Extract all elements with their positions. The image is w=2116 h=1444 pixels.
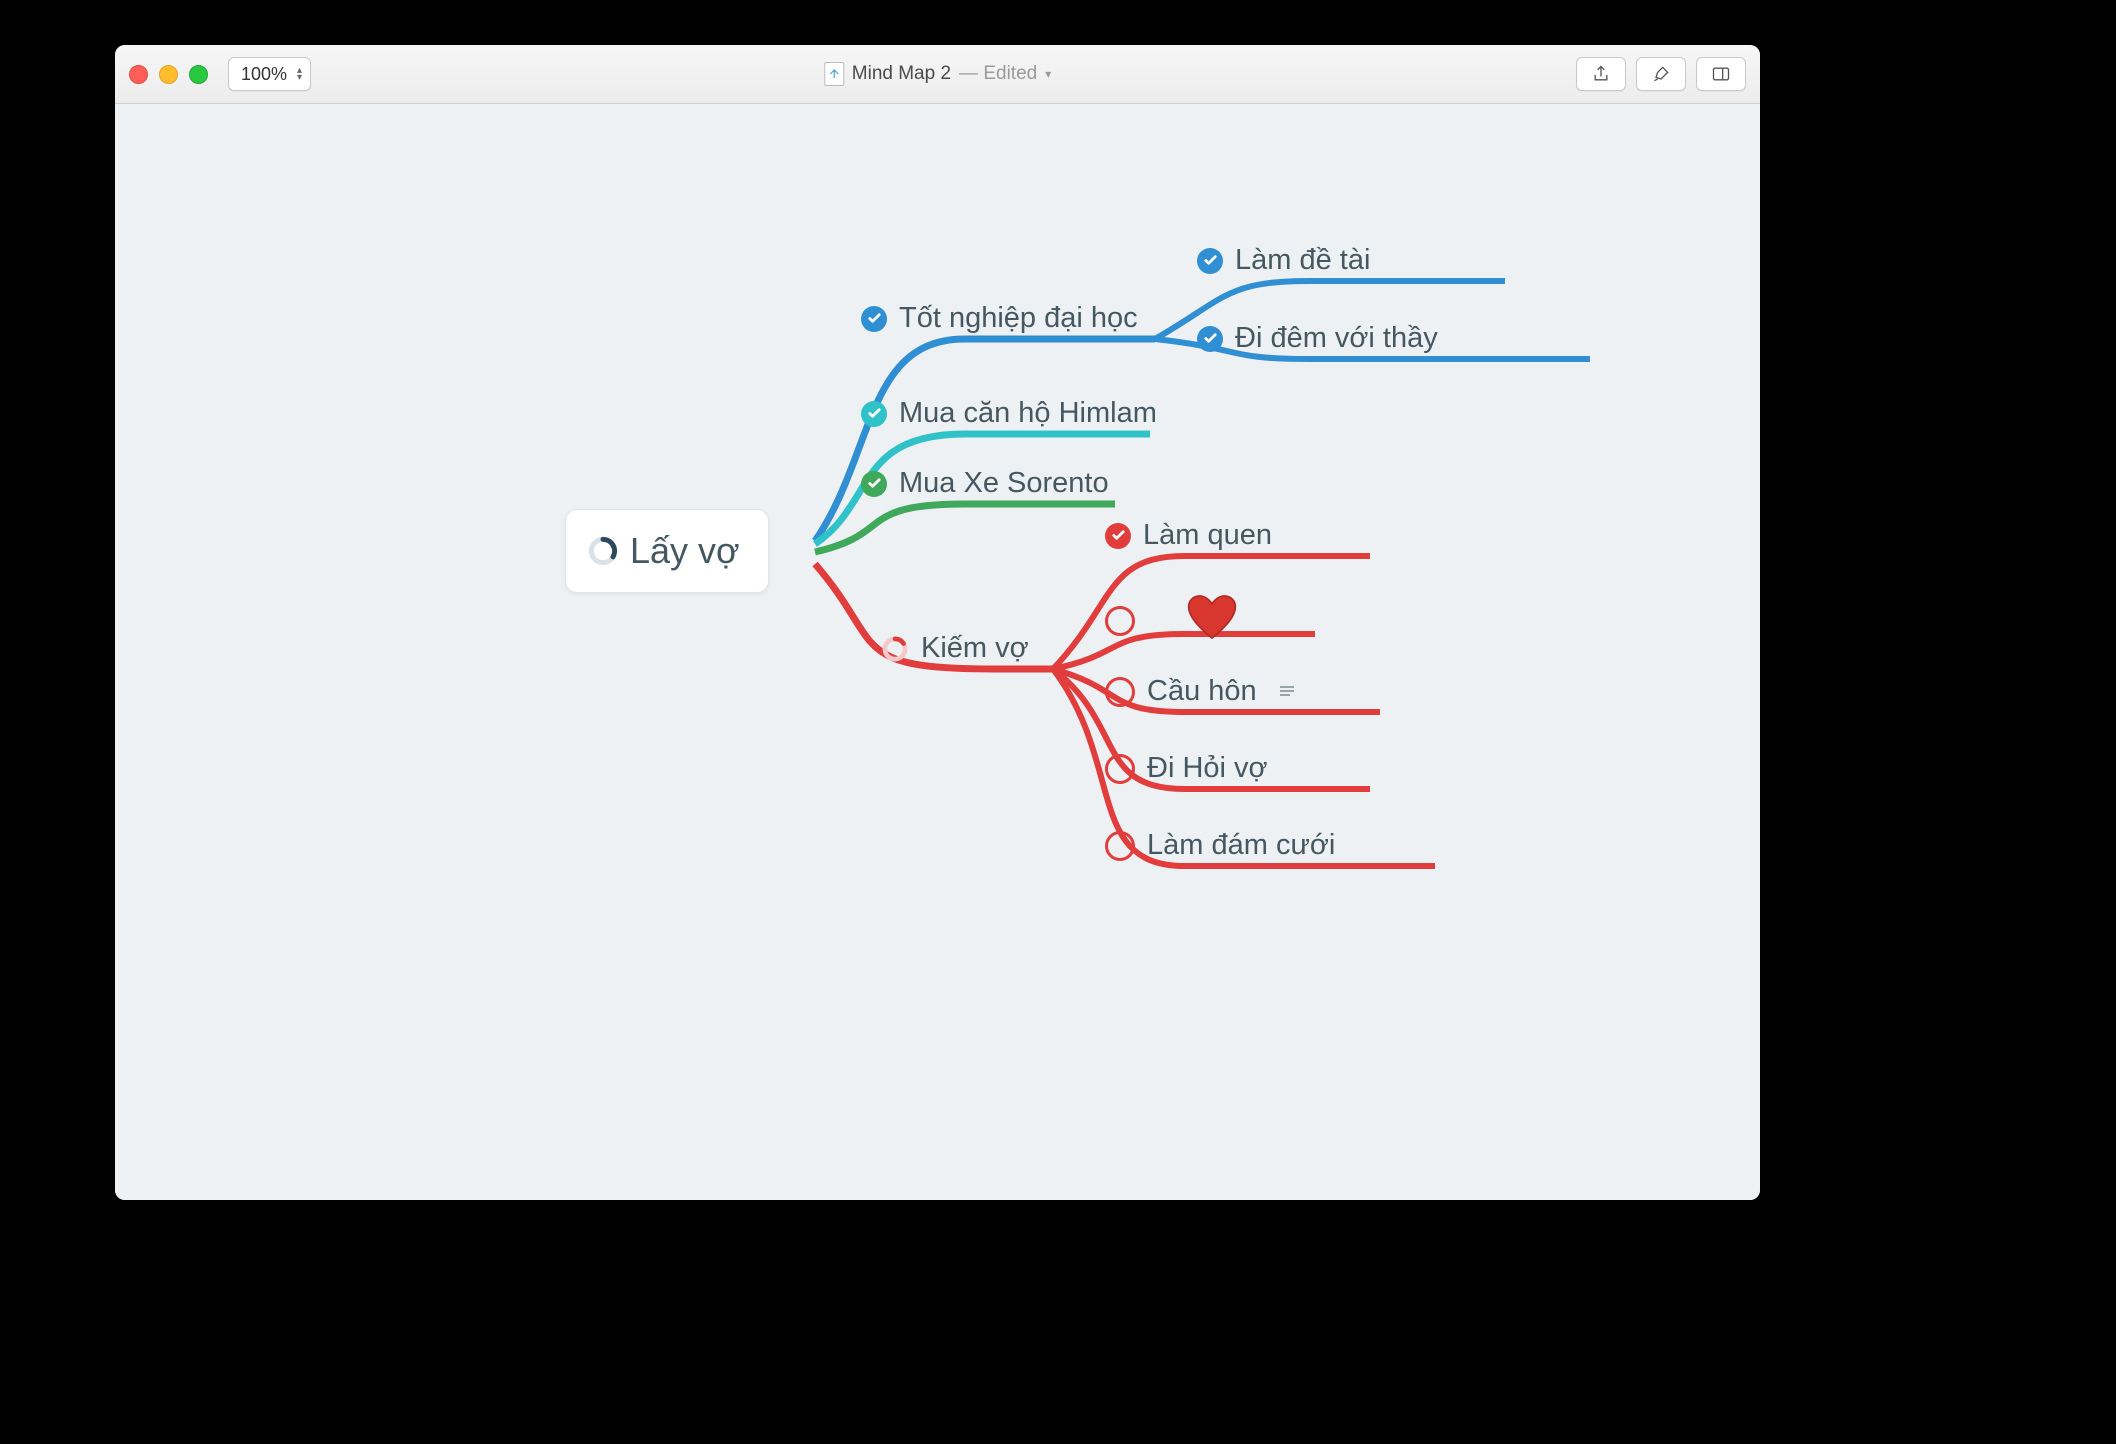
branch-label: Mua Xe Sorento	[899, 467, 1109, 500]
branch-label: Cầu hôn	[1147, 675, 1257, 708]
branch-node[interactable]: Làm quen	[1105, 519, 1272, 552]
branch-node[interactable]: Mua Xe Sorento	[861, 467, 1109, 500]
branch-node[interactable]: Mua căn hộ Himlam	[861, 397, 1157, 430]
checkmark-done-icon	[1197, 326, 1223, 352]
document-title: Mind Map 2	[852, 63, 951, 85]
progress-partial-icon	[588, 536, 618, 566]
checkmark-todo-icon	[1105, 677, 1135, 707]
note-icon[interactable]	[1279, 685, 1295, 699]
checkmark-done-icon	[861, 471, 887, 497]
branch-label: Đi đêm với thầy	[1235, 322, 1438, 355]
document-icon	[824, 62, 844, 86]
branch-node[interactable]: Làm đám cưới	[1105, 829, 1335, 862]
root-node-label: Lấy vợ	[630, 530, 740, 572]
chevron-updown-icon: ▴▾	[297, 67, 302, 81]
fullscreen-window-button[interactable]	[189, 65, 208, 84]
root-node[interactable]: Lấy vợ	[565, 509, 769, 593]
checkmark-todo-icon	[1105, 606, 1135, 636]
inspector-button[interactable]	[1636, 57, 1686, 91]
zoom-selector[interactable]: 100% ▴▾	[228, 57, 311, 91]
branch-label: Làm quen	[1143, 519, 1272, 552]
panel-icon	[1711, 64, 1731, 84]
branch-label: Mua căn hộ Himlam	[899, 397, 1157, 430]
branch-label: Đi Hỏi vợ	[1147, 752, 1268, 785]
branch-node[interactable]: Đi Hỏi vợ	[1105, 752, 1268, 785]
chevron-down-icon: ▾	[1045, 67, 1051, 81]
minimize-window-button[interactable]	[159, 65, 178, 84]
branch-node[interactable]: Kiếm vợ	[881, 632, 1029, 665]
branch-node[interactable]: Làm đề tài	[1197, 244, 1370, 277]
paintbrush-icon	[1651, 64, 1671, 84]
checkmark-todo-icon	[1105, 754, 1135, 784]
window-title[interactable]: Mind Map 2 — Edited ▾	[824, 62, 1051, 86]
branch-node[interactable]: Đi đêm với thầy	[1197, 322, 1438, 355]
app-window: 100% ▴▾ Mind Map 2 — Edited ▾	[115, 45, 1760, 1200]
progress-partial-icon	[881, 635, 909, 663]
heart-icon	[1187, 594, 1237, 648]
checkmark-done-icon	[1197, 248, 1223, 274]
branch-label: Làm đám cưới	[1147, 829, 1335, 862]
share-icon	[1591, 64, 1611, 84]
share-button[interactable]	[1576, 57, 1626, 91]
zoom-value: 100%	[241, 64, 287, 85]
branch-label: Làm đề tài	[1235, 244, 1370, 277]
checkmark-todo-icon	[1105, 831, 1135, 861]
checkmark-done-icon	[861, 306, 887, 332]
document-status: — Edited	[959, 63, 1037, 85]
sidebar-toggle-button[interactable]	[1696, 57, 1746, 91]
checkmark-done-icon	[1105, 523, 1131, 549]
close-window-button[interactable]	[129, 65, 148, 84]
traffic-lights	[129, 65, 208, 84]
checkmark-done-icon	[861, 401, 887, 427]
branch-label: Kiếm vợ	[921, 632, 1029, 665]
branch-label: Tốt nghiệp đại học	[899, 302, 1138, 335]
branch-node[interactable]	[1105, 594, 1237, 648]
mindmap-canvas[interactable]: Lấy vợ Tốt nghiệp đại học Làm đề tài Đi …	[115, 104, 1760, 1200]
branch-node[interactable]: Cầu hôn	[1105, 675, 1295, 708]
branch-node[interactable]: Tốt nghiệp đại học	[861, 302, 1138, 335]
titlebar: 100% ▴▾ Mind Map 2 — Edited ▾	[115, 45, 1760, 104]
